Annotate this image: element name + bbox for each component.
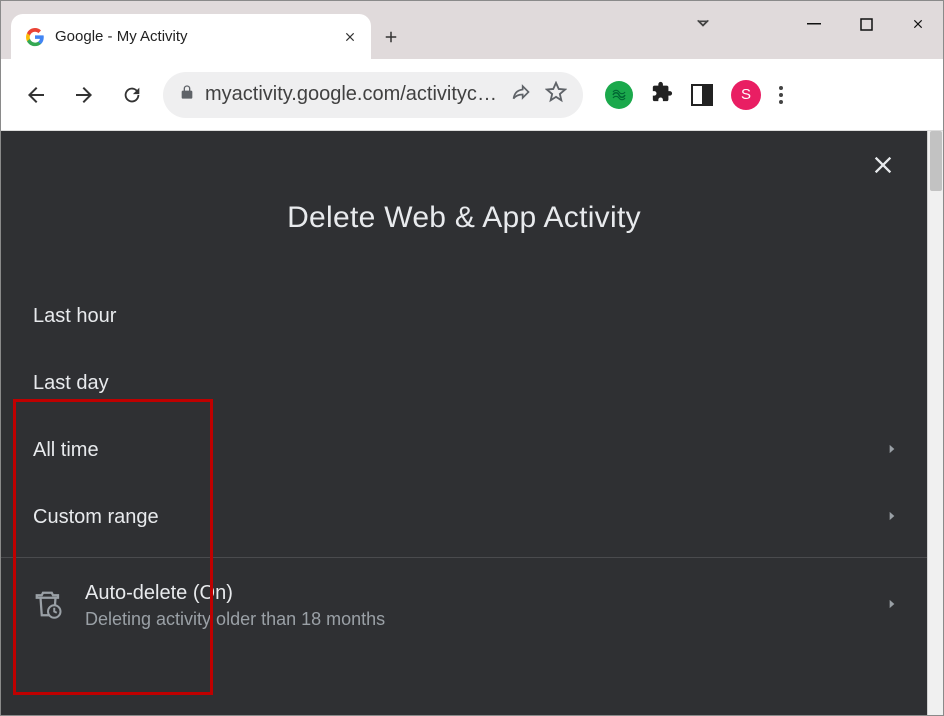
tab-title: Google - My Activity — [55, 28, 333, 45]
option-all-time[interactable]: All time — [1, 417, 927, 484]
toolbar-right-icons: S — [605, 80, 783, 110]
forward-button[interactable] — [67, 78, 101, 112]
chevron-right-icon — [885, 506, 899, 529]
scrollbar-thumb[interactable] — [930, 131, 942, 191]
share-icon[interactable] — [511, 82, 531, 107]
google-favicon — [25, 27, 45, 47]
browser-tab[interactable]: Google - My Activity — [11, 14, 371, 59]
chevron-right-icon — [885, 597, 899, 616]
lock-icon — [179, 84, 195, 105]
auto-delete-title: Auto-delete (On) — [85, 582, 385, 605]
vertical-scrollbar[interactable] — [927, 131, 943, 715]
delete-options-list: Last hour Last day All time Custom range — [1, 283, 927, 551]
option-label: All time — [33, 439, 99, 462]
window-controls — [795, 9, 937, 39]
window-minimize-button[interactable] — [795, 9, 833, 39]
option-custom-range[interactable]: Custom range — [1, 484, 927, 551]
extension-green-icon[interactable] — [605, 81, 633, 109]
window-titlebar: Google - My Activity — [1, 1, 943, 59]
page-content: Delete Web & App Activity Last hour Last… — [1, 131, 927, 715]
auto-delete-text: Auto-delete (On) Deleting activity older… — [85, 582, 385, 630]
extensions-puzzle-icon[interactable] — [651, 81, 673, 108]
avatar-initial: S — [741, 86, 751, 103]
dialog-close-button[interactable] — [869, 151, 897, 184]
address-bar[interactable]: myactivity.google.com/activitycon… — [163, 72, 583, 118]
auto-delete-trash-icon — [33, 589, 63, 624]
bookmark-star-icon[interactable] — [545, 81, 567, 108]
auto-delete-row[interactable]: Auto-delete (On) Deleting activity older… — [1, 558, 927, 648]
side-panel-icon[interactable] — [691, 84, 713, 106]
chevron-right-icon — [885, 439, 899, 462]
option-last-day[interactable]: Last day — [1, 350, 927, 417]
reload-button[interactable] — [115, 78, 149, 112]
profile-avatar[interactable]: S — [731, 80, 761, 110]
auto-delete-subtitle: Deleting activity older than 18 months — [85, 609, 385, 630]
option-label: Last hour — [33, 305, 116, 328]
window-maximize-button[interactable] — [847, 9, 885, 39]
option-last-hour[interactable]: Last hour — [1, 283, 927, 350]
dialog-title: Delete Web & App Activity — [1, 201, 927, 235]
tab-close-icon[interactable] — [343, 30, 357, 44]
window-close-button[interactable] — [899, 9, 937, 39]
browser-toolbar: myactivity.google.com/activitycon… S — [1, 59, 943, 131]
chrome-menu-icon[interactable] — [779, 86, 783, 104]
option-label: Last day — [33, 372, 109, 395]
tab-search-dropdown-icon[interactable] — [693, 13, 713, 33]
option-label: Custom range — [33, 506, 159, 529]
back-button[interactable] — [19, 78, 53, 112]
url-text: myactivity.google.com/activitycon… — [205, 83, 501, 106]
new-tab-button[interactable] — [371, 14, 411, 59]
